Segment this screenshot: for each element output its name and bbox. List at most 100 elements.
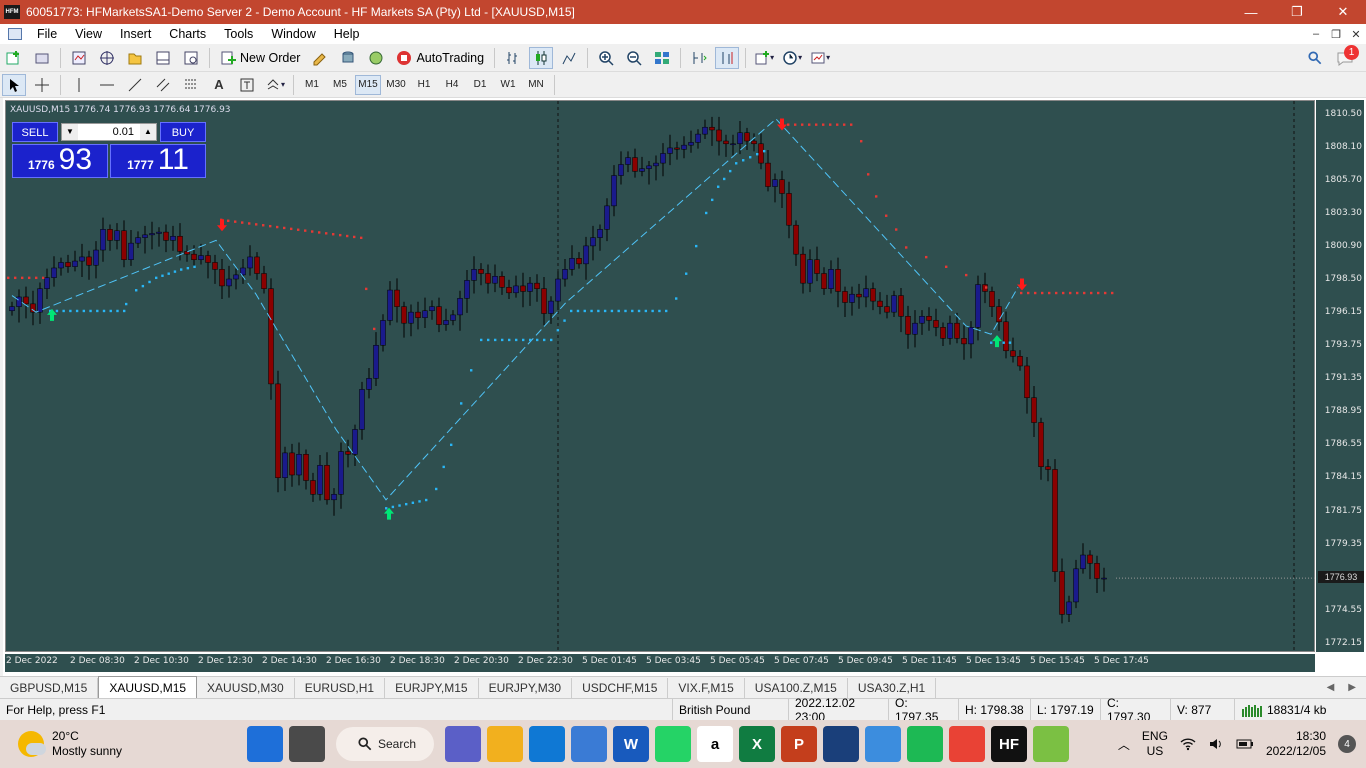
excel-icon[interactable]: X xyxy=(739,726,775,762)
whatsapp-icon[interactable] xyxy=(655,726,691,762)
lot-size-value[interactable]: 0.01 xyxy=(78,126,140,138)
timeframe-w1[interactable]: W1 xyxy=(495,75,521,95)
tab-chart-1[interactable]: XAUUSD,M15 xyxy=(98,676,198,698)
menu-file[interactable]: File xyxy=(28,27,66,41)
fibonacci-icon[interactable] xyxy=(179,74,203,96)
price-chart[interactable] xyxy=(6,101,1316,653)
volume-icon[interactable] xyxy=(1208,737,1224,751)
equidistant-channel-icon[interactable] xyxy=(151,74,175,96)
tab-chart-4[interactable]: EURJPY,M15 xyxy=(385,678,479,698)
templates-icon[interactable]: ▾ xyxy=(808,47,832,69)
hfm-icon[interactable]: HF xyxy=(991,726,1027,762)
timeframe-mn[interactable]: MN xyxy=(523,75,549,95)
tray-chevron-icon[interactable]: ︿ xyxy=(1118,736,1130,753)
database-icon[interactable] xyxy=(336,47,360,69)
chart-area[interactable]: XAUUSD,M15 1776.74 1776.93 1776.64 1776.… xyxy=(5,100,1316,653)
line-chart-icon[interactable] xyxy=(557,47,581,69)
profiles-icon[interactable] xyxy=(30,47,54,69)
clock[interactable]: 18:30 2022/12/05 xyxy=(1266,729,1326,759)
text-icon[interactable]: A xyxy=(207,74,231,96)
tab-chart-7[interactable]: VIX.F,M15 xyxy=(668,678,745,698)
notifications-icon[interactable]: 1 xyxy=(1336,44,1359,67)
meta-editor-icon[interactable] xyxy=(308,47,332,69)
new-order-button[interactable]: New Order xyxy=(216,47,304,69)
timeframe-m1[interactable]: M1 xyxy=(299,75,325,95)
mdi-close-button[interactable]: ✕ xyxy=(1346,28,1366,41)
tile-windows-icon[interactable] xyxy=(650,47,674,69)
lot-dropdown-icon[interactable]: ▼ xyxy=(62,124,78,140)
minimize-button[interactable]: — xyxy=(1228,0,1274,24)
chart-window-icon[interactable] xyxy=(8,28,22,40)
arrows-icon[interactable]: ▾ xyxy=(263,74,287,96)
price-axis[interactable]: 1810.50 1808.10 1805.70 1803.30 1800.90 1798.… xyxy=(1316,100,1364,652)
timeframe-m5[interactable]: M5 xyxy=(327,75,353,95)
auto-scroll-icon[interactable] xyxy=(687,47,711,69)
wifi-icon[interactable] xyxy=(1180,737,1196,751)
text-label-icon[interactable] xyxy=(235,74,259,96)
store-icon[interactable] xyxy=(571,726,607,762)
periods-icon[interactable]: ▾ xyxy=(780,47,804,69)
timeframe-h4[interactable]: H4 xyxy=(439,75,465,95)
navigator-icon[interactable] xyxy=(123,47,147,69)
language-indicator[interactable]: ENG US xyxy=(1142,729,1168,759)
sell-button[interactable]: SELL xyxy=(12,122,58,142)
weather-widget[interactable]: 20°C Mostly sunny xyxy=(18,729,228,759)
menu-window[interactable]: Window xyxy=(262,27,324,41)
crosshair-icon[interactable] xyxy=(30,74,54,96)
word-icon[interactable]: W xyxy=(613,726,649,762)
powerpoint-icon[interactable]: P xyxy=(781,726,817,762)
new-chart-icon[interactable] xyxy=(2,47,26,69)
time-axis[interactable]: 2 Dec 2022 2 Dec 08:30 2 Dec 10:30 2 Dec 12… xyxy=(5,654,1315,672)
menu-charts[interactable]: Charts xyxy=(160,27,215,41)
mdi-restore-button[interactable]: ❐ xyxy=(1326,28,1346,41)
photos-icon[interactable] xyxy=(865,726,901,762)
strategy-tester-icon[interactable] xyxy=(179,47,203,69)
bluestacks-icon[interactable] xyxy=(1033,726,1069,762)
trendline-icon[interactable] xyxy=(123,74,147,96)
tab-chart-0[interactable]: GBPUSD,M15 xyxy=(0,678,99,698)
mdi-minimize-button[interactable]: – xyxy=(1306,28,1326,41)
cursor-icon[interactable] xyxy=(2,73,26,96)
zoom-in-icon[interactable] xyxy=(594,47,618,69)
terminal-icon[interactable] xyxy=(151,47,175,69)
horizontal-line-icon[interactable] xyxy=(95,74,119,96)
menu-view[interactable]: View xyxy=(66,27,111,41)
task-view-icon[interactable] xyxy=(289,726,325,762)
timeframe-d1[interactable]: D1 xyxy=(467,75,493,95)
close-button[interactable]: ✕ xyxy=(1320,0,1366,24)
tab-chart-6[interactable]: USDCHF,M15 xyxy=(572,678,669,698)
mail-icon[interactable] xyxy=(529,726,565,762)
security-icon[interactable] xyxy=(823,726,859,762)
notification-center-badge[interactable]: 4 xyxy=(1338,735,1356,753)
windows-start-icon[interactable] xyxy=(247,726,283,762)
tab-chart-3[interactable]: EURUSD,H1 xyxy=(295,678,386,698)
crosshair-nav-icon[interactable] xyxy=(95,47,119,69)
file-explorer-icon[interactable] xyxy=(487,726,523,762)
tab-scroll-left-icon[interactable]: ◀ xyxy=(1327,682,1335,693)
chrome-icon[interactable] xyxy=(949,726,985,762)
menu-tools[interactable]: Tools xyxy=(215,27,262,41)
auto-trading-button[interactable]: AutoTrading xyxy=(392,47,488,69)
tab-chart-5[interactable]: EURJPY,M30 xyxy=(479,678,573,698)
maximize-button[interactable]: ❐ xyxy=(1274,0,1320,24)
lot-increase-icon[interactable]: ▲ xyxy=(140,124,156,140)
buy-button[interactable]: BUY xyxy=(160,122,206,142)
sell-price[interactable]: 1776 93 xyxy=(12,144,108,178)
teams-icon[interactable] xyxy=(445,726,481,762)
signals-icon[interactable] xyxy=(364,47,388,69)
chart-shift-icon[interactable] xyxy=(715,46,740,69)
candlestick-chart-icon[interactable] xyxy=(529,46,554,69)
tab-scroll-right-icon[interactable]: ▶ xyxy=(1348,682,1356,693)
taskbar-search[interactable]: Search xyxy=(336,727,434,761)
lot-size-input[interactable]: ▼ 0.01 ▲ xyxy=(61,123,157,141)
zoom-out-icon[interactable] xyxy=(622,47,646,69)
bar-chart-icon[interactable] xyxy=(501,47,525,69)
menu-insert[interactable]: Insert xyxy=(111,27,160,41)
search-icon[interactable] xyxy=(1308,50,1322,65)
status-traffic[interactable]: 18831/4 kb xyxy=(1234,698,1366,721)
buy-price[interactable]: 1777 11 xyxy=(110,144,206,178)
spotify-icon[interactable] xyxy=(907,726,943,762)
timeframe-h1[interactable]: H1 xyxy=(411,75,437,95)
battery-icon[interactable] xyxy=(1236,738,1254,750)
vertical-line-icon[interactable] xyxy=(67,74,91,96)
